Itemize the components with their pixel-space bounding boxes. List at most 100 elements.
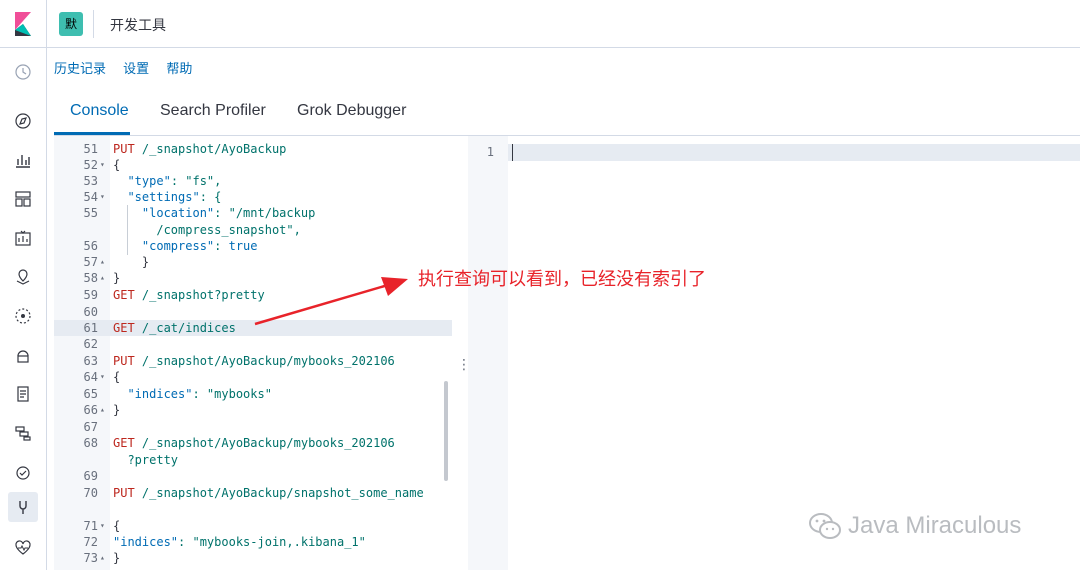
code-text: GET /_cat/indices xyxy=(113,321,236,335)
code-line[interactable]: 62 xyxy=(54,336,452,352)
line-number: 71 xyxy=(83,519,98,533)
machine-learning-icon[interactable] xyxy=(11,304,35,328)
discover-compass-icon[interactable] xyxy=(11,109,35,133)
monitoring-heart-icon[interactable] xyxy=(11,536,35,560)
tab-search-profiler[interactable]: Search Profiler xyxy=(160,102,266,120)
kibana-logo[interactable] xyxy=(0,0,47,47)
code-line[interactable]: ?pretty xyxy=(54,452,452,468)
code-text: /compress_snapshot", xyxy=(113,223,301,237)
tab-grok-debugger[interactable]: Grok Debugger xyxy=(297,102,406,120)
code-text: "indices": "mybooks-join,.kibana_1" xyxy=(113,535,366,549)
tab-console[interactable]: Console xyxy=(70,102,129,120)
apm-icon[interactable] xyxy=(11,421,35,445)
recent-clock-icon[interactable] xyxy=(11,60,35,84)
fold-toggle-icon[interactable]: ▴ xyxy=(100,402,105,418)
code-line[interactable]: 70 PUT /_snapshot/AyoBackup/snapshot_some… xyxy=(54,485,452,501)
code-line[interactable]: 60 xyxy=(54,304,452,320)
history-link[interactable]: 历史记录 xyxy=(54,62,106,77)
code-text: } xyxy=(113,403,121,417)
output-active-line xyxy=(508,144,1080,161)
output-cursor xyxy=(512,144,513,161)
line-number: 72 xyxy=(83,535,98,549)
line-number: 69 xyxy=(83,469,98,483)
code-line[interactable]: 73 ▴} xyxy=(54,550,452,566)
help-link[interactable]: 帮助 xyxy=(166,62,192,77)
response-output[interactable]: 1 xyxy=(468,136,1080,570)
code-line[interactable]: 54 ▾ "settings": { xyxy=(54,189,452,205)
code-text: "type": "fs", xyxy=(127,174,222,188)
line-number: 54 xyxy=(83,190,98,204)
code-line[interactable]: 68 GET /_snapshot/AyoBackup/mybooks_20210… xyxy=(54,435,452,451)
line-number: 60 xyxy=(83,305,98,319)
line-number: 63 xyxy=(83,354,98,368)
code-line[interactable]: 64 ▾ { xyxy=(54,369,452,385)
code-line[interactable]: 56 "compress": true xyxy=(54,238,452,254)
code-text: PUT /_snapshot/AyoBackup xyxy=(113,142,287,156)
active-tab-indicator xyxy=(54,132,130,135)
code-line[interactable]: 59 GET /_snapshot?pretty xyxy=(54,287,452,303)
line-number: 61 xyxy=(83,321,98,335)
maps-icon[interactable] xyxy=(11,265,35,289)
kibana-logo-icon xyxy=(15,12,31,36)
top-header: 默 开发工具 xyxy=(0,0,1080,48)
infrastructure-icon[interactable] xyxy=(11,343,35,367)
code-line[interactable]: 52 ▾ { xyxy=(54,157,452,173)
code-line[interactable]: 65 "indices": "mybooks" xyxy=(54,386,452,402)
request-editor[interactable]: 51 PUT /_snapshot/AyoBackup 52 ▾{53 "type":… xyxy=(54,136,452,570)
fold-toggle-icon[interactable]: ▴ xyxy=(100,550,105,566)
code-line[interactable]: 53 "type": "fs", xyxy=(54,173,452,189)
line-number: 62 xyxy=(83,337,98,351)
visualize-chart-icon[interactable] xyxy=(11,148,35,172)
fold-toggle-icon[interactable]: ▾ xyxy=(100,189,105,205)
code-line[interactable]: 57 ▴ } xyxy=(54,254,452,270)
code-line[interactable] xyxy=(54,502,452,518)
line-number: 73 xyxy=(83,551,98,565)
code-line[interactable]: 55 "location": "/mnt/backup xyxy=(54,205,452,221)
uptime-icon[interactable] xyxy=(11,460,35,484)
code-text: GET /_snapshot/AyoBackup/mybooks_202106 xyxy=(113,436,395,450)
line-number: 51 xyxy=(83,142,98,156)
line-number: 53 xyxy=(83,174,98,188)
code-line[interactable]: /compress_snapshot", xyxy=(54,222,452,238)
code-line[interactable]: 67 xyxy=(54,419,452,435)
canvas-icon[interactable] xyxy=(11,226,35,250)
line-number: 68 xyxy=(83,436,98,450)
app-badge[interactable]: 默 xyxy=(59,12,83,36)
editor-scrollbar[interactable] xyxy=(444,381,448,481)
logs-icon[interactable] xyxy=(11,382,35,406)
page-title: 开发工具 xyxy=(110,18,166,34)
wechat-watermark: Java Miraculous xyxy=(808,508,1058,544)
code-line[interactable]: 51 PUT /_snapshot/AyoBackup xyxy=(54,141,452,157)
annotation-text: 执行查询可以看到，已经没有索引了 xyxy=(418,269,706,290)
output-line-number: 1 xyxy=(486,145,494,159)
line-number: 70 xyxy=(83,486,98,500)
panel-resize-handle[interactable]: ⋮ xyxy=(457,358,471,377)
line-number: 57 xyxy=(83,255,98,269)
code-text: GET /_snapshot?pretty xyxy=(113,288,265,302)
code-line[interactable]: 58 ▴} xyxy=(54,270,452,286)
fold-toggle-icon[interactable]: ▾ xyxy=(100,369,105,385)
line-number: 64 xyxy=(83,370,98,384)
code-line[interactable]: 69 xyxy=(54,468,452,484)
settings-link[interactable]: 设置 xyxy=(123,62,149,77)
fold-toggle-icon[interactable]: ▾ xyxy=(100,157,105,173)
fold-toggle-icon[interactable]: ▴ xyxy=(100,270,105,286)
code-text: PUT /_snapshot/AyoBackup/mybooks_202106 xyxy=(113,354,395,368)
fold-toggle-icon[interactable]: ▴ xyxy=(100,254,105,270)
code-text: } xyxy=(113,551,121,565)
code-text: { xyxy=(113,370,121,384)
code-text: "settings": { xyxy=(127,190,222,204)
line-number: 52 xyxy=(83,158,98,172)
console-menu: 历史记录 设置 帮助 xyxy=(54,58,205,77)
dev-tools-wrench-icon[interactable] xyxy=(8,492,38,522)
code-line[interactable]: 72 "indices": "mybooks-join,.kibana_1" xyxy=(54,534,452,550)
wechat-logo-icon xyxy=(809,513,841,539)
code-line[interactable]: 63 PUT /_snapshot/AyoBackup/mybooks_20210… xyxy=(54,353,452,369)
code-line[interactable]: 66 ▴} xyxy=(54,402,452,418)
code-line[interactable]: 61 GET /_cat/indices xyxy=(54,320,452,336)
line-number: 67 xyxy=(83,420,98,434)
header-divider xyxy=(93,10,94,38)
fold-toggle-icon[interactable]: ▾ xyxy=(100,518,105,534)
code-line[interactable]: 71 ▾ { xyxy=(54,518,452,534)
dashboard-icon[interactable] xyxy=(11,187,35,211)
